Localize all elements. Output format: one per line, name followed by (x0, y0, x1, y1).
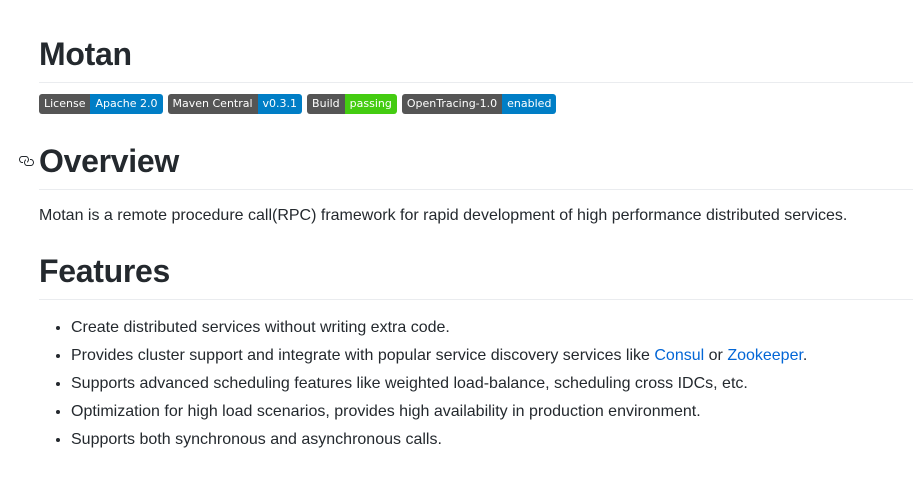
badge-row: License Apache 2.0 Maven Central v0.3.1 … (39, 94, 913, 114)
zookeeper-link[interactable]: Zookeeper (727, 347, 803, 364)
list-item: Create distributed services without writ… (71, 314, 913, 342)
list-item: Supports advanced scheduling features li… (71, 370, 913, 398)
features-heading: Features (39, 253, 170, 289)
page-title: Motan (39, 36, 132, 72)
build-badge[interactable]: Build passing (307, 94, 397, 114)
overview-section: Overview (19, 141, 913, 190)
readme-content: Motan License Apache 2.0 Maven Central v… (19, 0, 913, 454)
link-icon[interactable] (18, 153, 34, 169)
opentracing-badge[interactable]: OpenTracing-1.0 enabled (401, 94, 557, 114)
consul-link[interactable]: Consul (654, 347, 704, 364)
badge-label: License (39, 94, 91, 114)
list-item: Optimization for high load scenarios, pr… (71, 398, 913, 426)
badge-label: OpenTracing-1.0 (401, 94, 503, 114)
title-section: Motan (39, 0, 913, 83)
badge-value: passing (344, 94, 397, 114)
license-badge[interactable]: License Apache 2.0 (39, 94, 163, 114)
features-section: Features (39, 251, 913, 300)
list-item: Provides cluster support and integrate w… (71, 342, 913, 370)
badge-label: Maven Central (167, 94, 258, 114)
list-item-text: Provides cluster support and integrate w… (71, 347, 655, 364)
list-item-text: . (802, 347, 808, 364)
badge-value: Apache 2.0 (90, 94, 163, 114)
badge-value: enabled (502, 94, 557, 114)
badge-label: Build (307, 94, 345, 114)
overview-heading: Overview (39, 143, 179, 179)
list-item-text: or (704, 347, 728, 364)
badge-value: v0.3.1 (257, 94, 303, 114)
overview-description: Motan is a remote procedure call(RPC) fr… (39, 207, 848, 224)
maven-central-badge[interactable]: Maven Central v0.3.1 (167, 94, 303, 114)
list-item: Supports both synchronous and asynchrono… (71, 426, 913, 454)
feature-list: Create distributed services without writ… (39, 314, 913, 454)
